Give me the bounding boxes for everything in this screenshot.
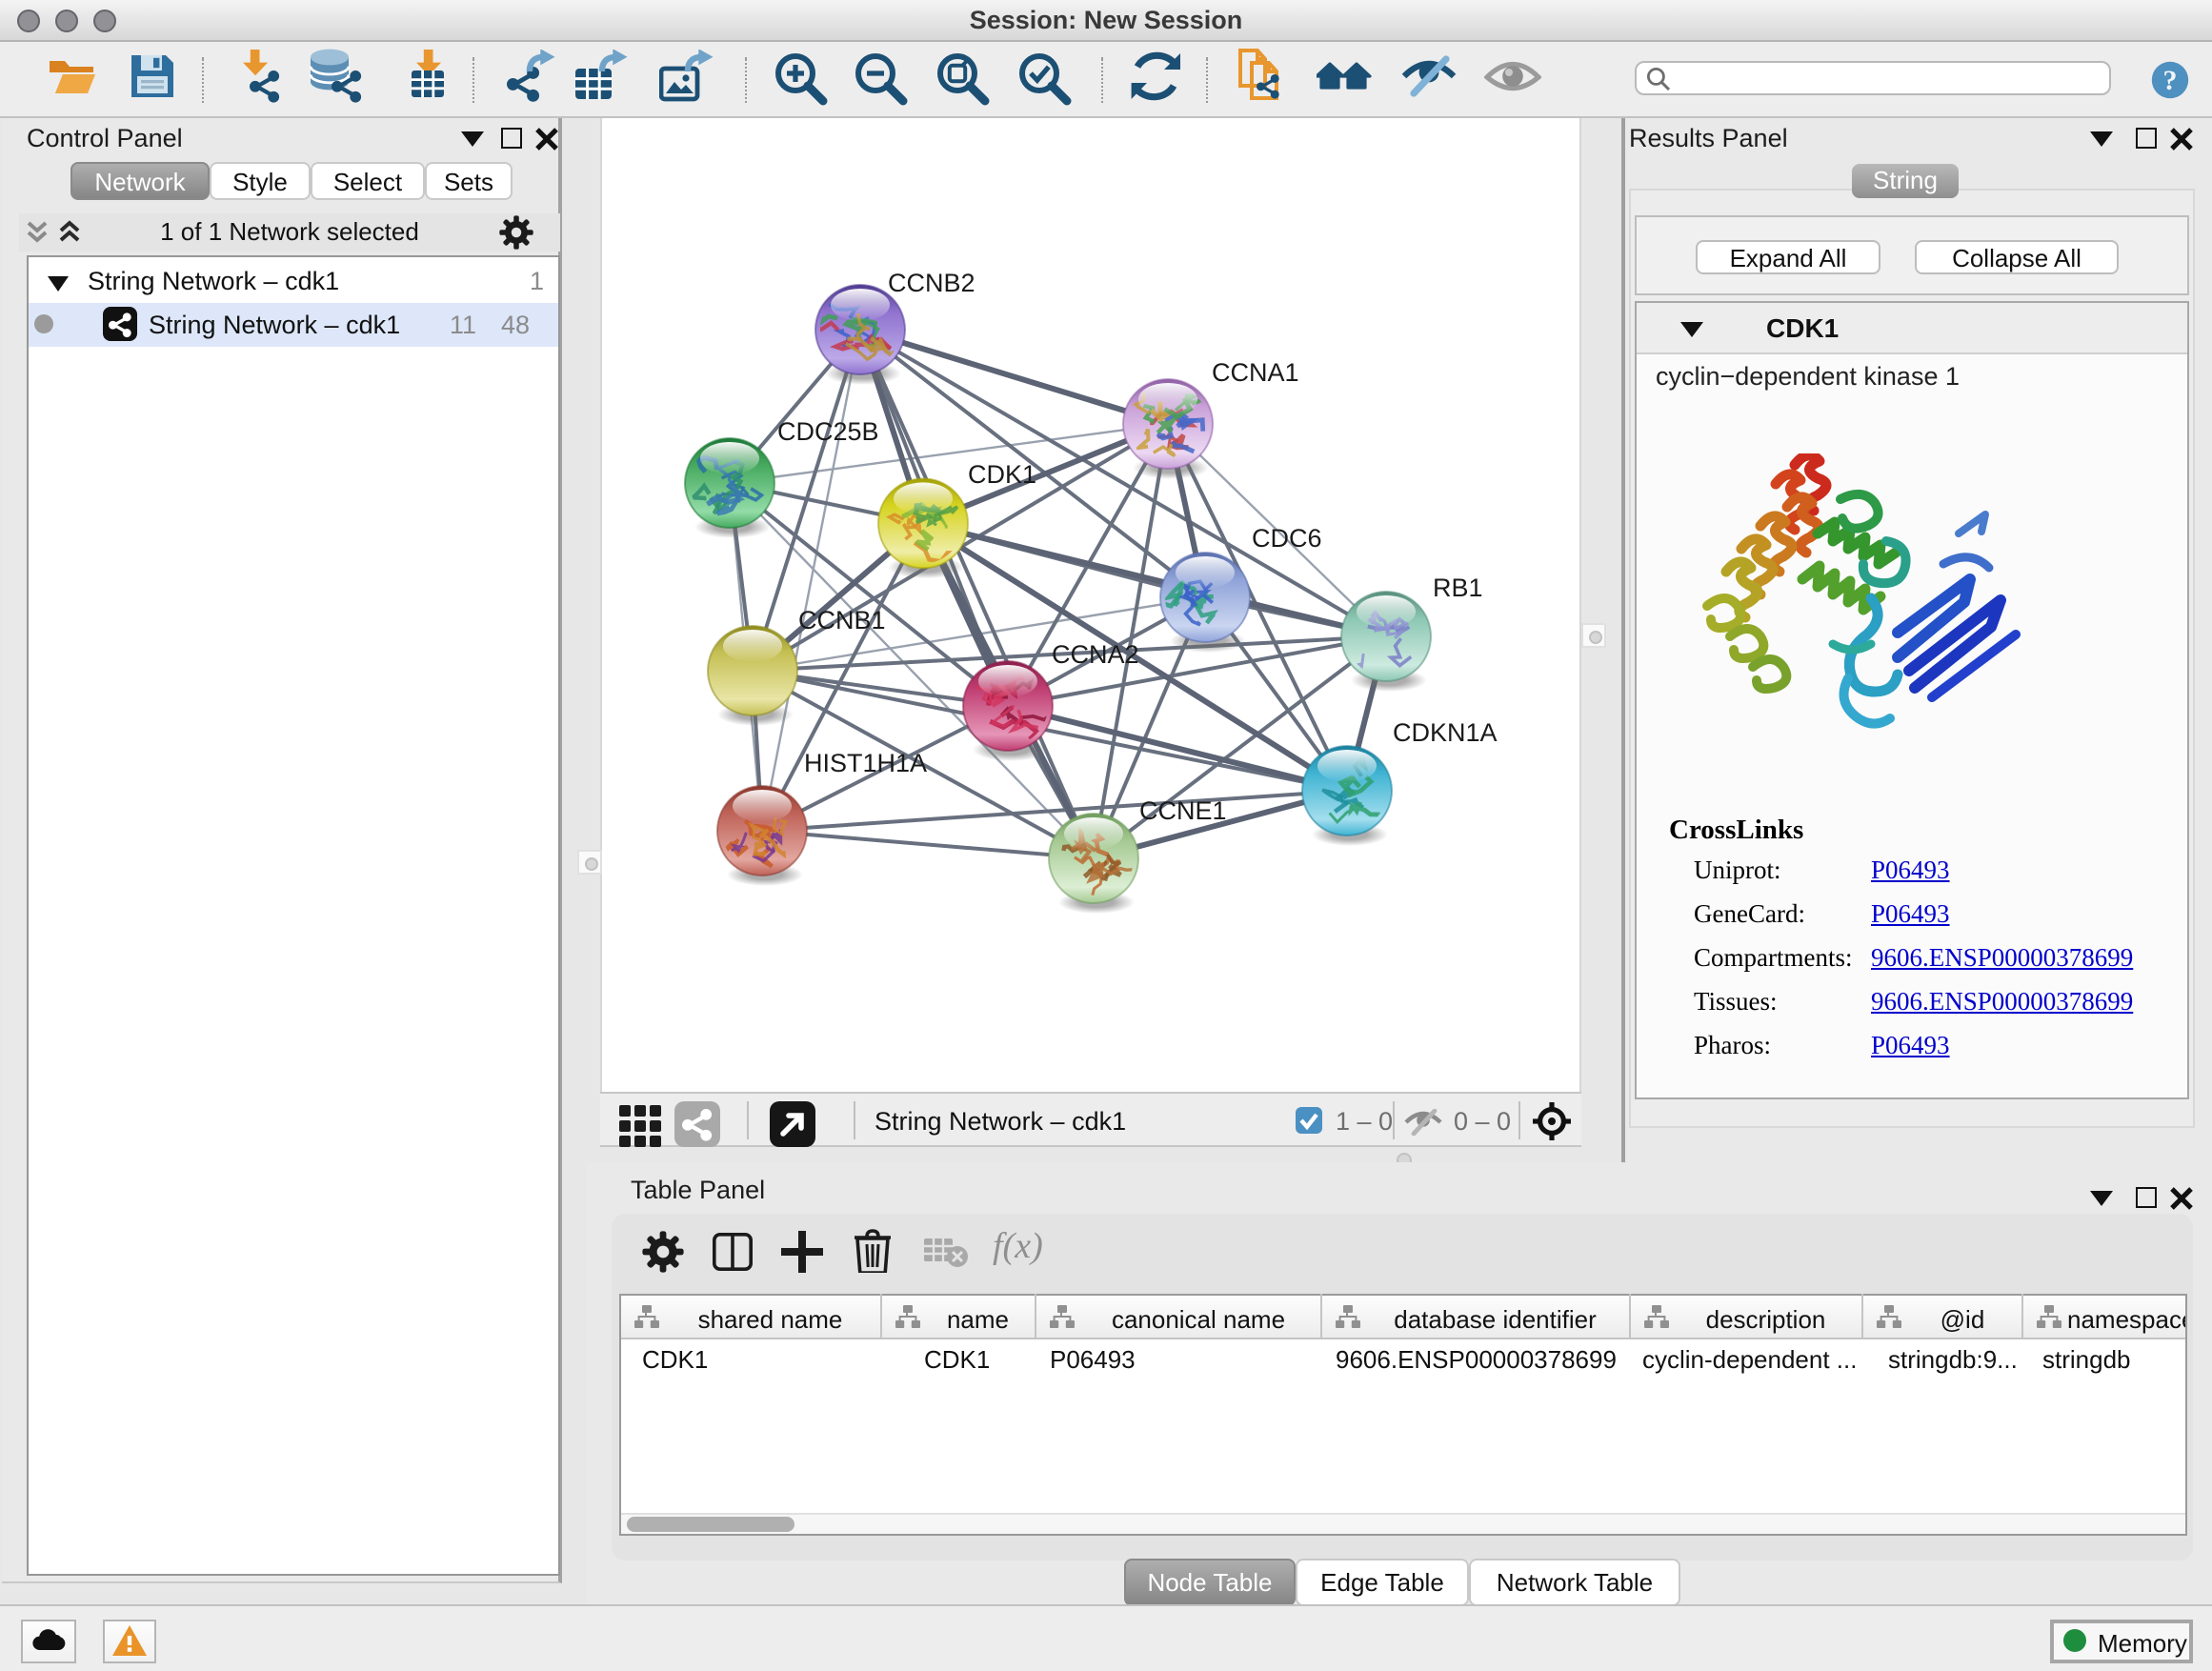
svg-text:?: ?: [2163, 65, 2178, 96]
svg-text:CCNE1: CCNE1: [1139, 796, 1227, 825]
svg-text:CDC25B: CDC25B: [777, 417, 879, 446]
svg-text:CCNB2: CCNB2: [888, 269, 975, 297]
svg-text:HIST1H1A: HIST1H1A: [804, 749, 927, 777]
svg-text:CCNB1: CCNB1: [798, 606, 886, 634]
svg-text:RB1: RB1: [1433, 574, 1483, 602]
svg-text:CCNA1: CCNA1: [1212, 358, 1299, 387]
svg-text:CDC6: CDC6: [1252, 524, 1322, 553]
svg-text:CCNA2: CCNA2: [1052, 640, 1139, 669]
svg-text:CDKN1A: CDKN1A: [1393, 718, 1498, 747]
svg-text:CDK1: CDK1: [968, 460, 1036, 489]
